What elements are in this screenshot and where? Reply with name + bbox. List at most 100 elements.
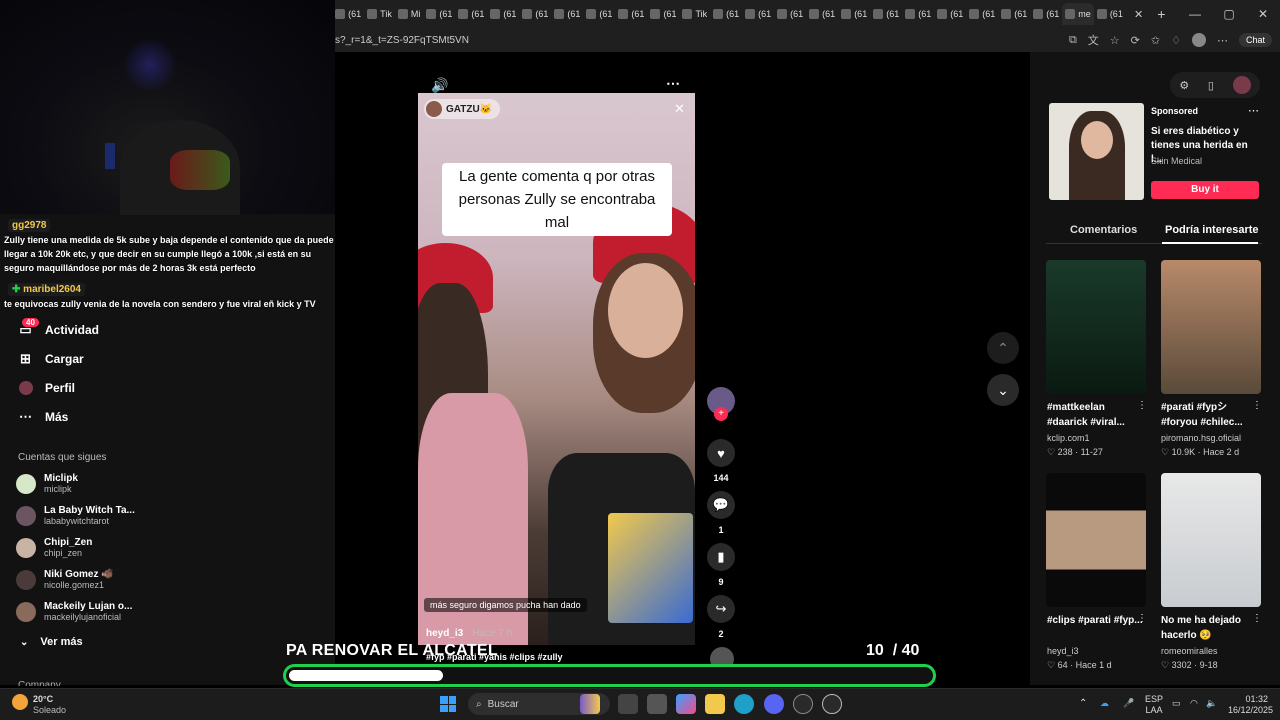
shield-icon[interactable]: ♢ (1171, 34, 1181, 47)
video-card-thumbnail[interactable] (1161, 473, 1261, 607)
video-card-title[interactable]: No me ha dejado hacerlo 🥺 (1161, 613, 1257, 643)
ad-thumbnail[interactable] (1049, 103, 1144, 200)
discord-icon[interactable] (764, 694, 784, 714)
video-author[interactable]: heyd_i3 · Hace 7 h (426, 628, 512, 639)
edge-icon[interactable] (734, 694, 754, 714)
video-card-title[interactable]: #clips #parati #fyp... (1047, 613, 1143, 628)
browser-tab[interactable]: (61 (519, 3, 551, 25)
minimize-button[interactable]: — (1178, 7, 1212, 21)
browser-tab[interactable]: (61 (615, 3, 647, 25)
video-menu-icon[interactable]: ⋯ (666, 75, 680, 92)
save-button[interactable]: ▮ 9 (706, 543, 736, 587)
browser-tab[interactable]: (61 (647, 3, 679, 25)
card-menu-icon[interactable]: ⋮ (1252, 400, 1262, 411)
tab-podria-interesarte[interactable]: Podría interesarte (1165, 224, 1259, 236)
copilot-chat-button[interactable]: Chat (1238, 33, 1272, 47)
browser-tab[interactable]: (61 (806, 3, 838, 25)
xbox-icon[interactable] (793, 694, 813, 714)
video-card-author[interactable]: kclip.com1 (1047, 433, 1090, 443)
browser-tab[interactable]: (61 (998, 3, 1030, 25)
card-menu-icon[interactable]: ⋮ (1137, 400, 1147, 411)
card-menu-icon[interactable]: ⋮ (1137, 613, 1147, 624)
browser-tab[interactable]: (61 (902, 3, 934, 25)
browser-tab[interactable]: Mi (395, 3, 424, 25)
nav-cargar[interactable]: ⊞ Cargar (18, 351, 84, 366)
nav-actividad[interactable]: ▭ Actividad (18, 322, 99, 337)
browser-tab[interactable]: Tik (679, 3, 710, 25)
browser-tab[interactable]: Tik (364, 3, 395, 25)
followed-account[interactable]: Niki Gomez 🐗 nicolle.gomez1 (16, 569, 114, 590)
nav-mas[interactable]: ⋯ Más (18, 409, 68, 424)
video-card-title[interactable]: #mattkeelan #daarick #viral... (1047, 400, 1143, 430)
close-tab-icon[interactable]: ✕ (1134, 8, 1143, 21)
browser-tab[interactable]: (61 (423, 3, 455, 25)
followed-account[interactable]: Chipi_Zen chipi_zen (16, 537, 92, 558)
browser-tab[interactable]: (61 (710, 3, 742, 25)
close-icon[interactable]: ✕ (674, 101, 685, 117)
ad-menu-icon[interactable]: ⋯ (1248, 104, 1259, 117)
company-link[interactable]: Company (18, 680, 61, 686)
new-tab-icon[interactable]: + (1157, 6, 1165, 22)
menu-dots-icon[interactable]: ⋯ (1217, 34, 1228, 47)
card-menu-icon[interactable]: ⋮ (1252, 613, 1262, 624)
maximize-button[interactable]: ▢ (1212, 7, 1246, 21)
browser-tab[interactable]: (61 (966, 3, 998, 25)
video-card-thumbnail[interactable] (1161, 260, 1261, 394)
windows-start-icon[interactable] (440, 696, 456, 712)
followed-account[interactable]: Miclipk miclipk (16, 473, 78, 494)
share-button[interactable]: ↪ 2 (706, 595, 736, 639)
browser-tab[interactable]: (61 (838, 3, 870, 25)
refresh-icon[interactable]: ⟳ (1131, 34, 1140, 47)
followed-account[interactable]: Mackeily Lujan o... mackeilylujanoficial (16, 601, 132, 622)
follow-plus-icon[interactable]: + (714, 407, 728, 421)
store-icon[interactable] (647, 694, 667, 714)
translate-icon[interactable]: 文 (1088, 32, 1099, 48)
followed-account[interactable]: La Baby Witch Ta... lababywitchtarot (16, 505, 135, 526)
obs-icon[interactable] (822, 694, 842, 714)
browser-tab[interactable]: (61 (870, 3, 902, 25)
browser-tab[interactable]: (61 (1030, 3, 1062, 25)
video-card-title[interactable]: #parati #fypシ #foryou #chilec... (1161, 400, 1257, 430)
browser-tab[interactable]: (61 (1094, 3, 1126, 25)
creator-tag[interactable]: GATZU🐱 (424, 99, 501, 119)
browser-tab[interactable]: (61 (487, 3, 519, 25)
avatar[interactable] (1191, 33, 1206, 47)
onedrive-icon[interactable]: ☁ (1100, 698, 1109, 709)
browser-tab[interactable]: (61 (934, 3, 966, 25)
weather-icon[interactable] (12, 694, 28, 710)
microphone-icon[interactable]: 🎤 (1123, 698, 1134, 709)
browser-tab[interactable]: (61 (774, 3, 806, 25)
open-app-icon[interactable]: ⧉ (1069, 34, 1077, 47)
nav-perfil[interactable]: Perfil (18, 380, 75, 395)
browser-tab[interactable]: (61 (332, 3, 364, 25)
favorites-icon[interactable]: ✩ (1151, 34, 1160, 47)
video-player[interactable]: GATZU🐱 ✕ La gente comenta q por otras pe… (418, 93, 695, 645)
display-icon[interactable]: ▭ (1172, 698, 1181, 709)
video-card-author[interactable]: romeomiralles (1161, 646, 1218, 656)
like-button[interactable]: ♥ 144 (706, 439, 736, 483)
browser-tab[interactable]: (61 (551, 3, 583, 25)
avatar[interactable] (1232, 76, 1251, 94)
tray-chevron-icon[interactable]: ⌃ (1079, 698, 1087, 709)
copilot-icon[interactable] (676, 694, 696, 714)
tab-comentarios[interactable]: Comentarios (1070, 224, 1137, 236)
folder-icon[interactable] (705, 694, 725, 714)
browser-tab[interactable]: me (1062, 3, 1094, 25)
clock[interactable]: 01:32 16/12/2025 (1228, 694, 1273, 716)
close-window-button[interactable]: ✕ (1246, 7, 1280, 21)
comment-button[interactable]: 💬 1 (706, 491, 736, 535)
video-card-author[interactable]: heyd_i3 (1047, 646, 1079, 656)
browser-tab[interactable]: (61 (455, 3, 487, 25)
see-more-button[interactable]: ⌄ Ver más (20, 636, 83, 648)
favorite-star-icon[interactable]: ☆ (1110, 34, 1120, 47)
language-indicator[interactable]: ESP LAA (1145, 694, 1163, 716)
creator-avatar-button[interactable]: + (706, 387, 736, 421)
wifi-icon[interactable]: ◠ (1190, 698, 1198, 709)
video-card-author[interactable]: piromano.hsg.oficial (1161, 433, 1241, 443)
browser-tab[interactable]: (61 (583, 3, 615, 25)
weather-temp[interactable]: 20°C (33, 694, 53, 704)
video-card-thumbnail[interactable] (1046, 473, 1146, 607)
previous-video-button[interactable]: ⌃ (987, 332, 1019, 364)
buy-button[interactable]: Buy it (1151, 181, 1259, 199)
volume-tray-icon[interactable]: 🔈 (1206, 698, 1217, 709)
